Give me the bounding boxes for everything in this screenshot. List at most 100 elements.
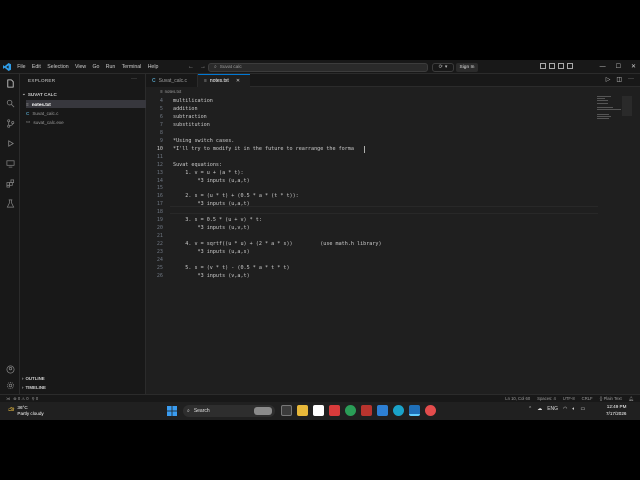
explorer-icon[interactable] [5, 78, 15, 88]
status-left: ⋊ ⊗ 0 ⚠ 0 ⚲ 0 [6, 396, 38, 401]
minimize-icon[interactable]: — [600, 60, 606, 74]
scrollbar-slider[interactable] [622, 96, 632, 116]
chevron-up-icon[interactable]: ⌃ [528, 406, 532, 412]
code-line[interactable]: Suvat equations: [173, 162, 222, 168]
windows-start-icon[interactable] [167, 406, 177, 416]
code-line[interactable]: *Using switch cases. [173, 138, 234, 144]
editor-area[interactable]: 4 multilication 5 addition 6 subtraction 7 subs… [146, 96, 640, 394]
tab-label: Suvat_calc.c [158, 77, 187, 84]
more-actions-icon[interactable]: ··· [628, 76, 634, 83]
taskbar-clock[interactable]: 12:49 PM 7/17/2026 [606, 404, 626, 417]
editor-tabs: C Suvat_calc.c ≡ notes.txt ✕ ▷ ◫ ··· [146, 74, 640, 87]
exe-file-icon: ▭ [26, 119, 31, 124]
code-line[interactable]: 2. s = (u * t) + (0.5 * a * (t * t)): [173, 193, 298, 199]
toggle-secondary-sidebar-icon[interactable] [558, 63, 564, 69]
run-file-icon[interactable]: ▷ [606, 76, 611, 83]
sign-in-button[interactable]: Sign In [456, 62, 478, 72]
minimap[interactable] [597, 96, 623, 126]
line-number: 15 [156, 185, 163, 192]
taskbar-search-box[interactable]: ⌕ Search [183, 405, 275, 417]
remote-explorer-icon[interactable] [5, 158, 15, 168]
code-line[interactable]: multilication [173, 98, 213, 104]
ports-indicator[interactable]: ⚲ 0 [32, 396, 39, 401]
line-number: 6 [159, 113, 163, 120]
code-line[interactable]: *3 inputs (u,a,t) [173, 178, 250, 184]
cloud-icon[interactable]: ☁︎ [537, 406, 542, 412]
toggle-panel-icon[interactable] [549, 63, 555, 69]
task-view-icon[interactable] [281, 405, 292, 416]
chrome-icon[interactable] [345, 405, 356, 416]
file-item-suvat-calc-exe[interactable]: ▭ suvat_calc.exe [26, 118, 146, 126]
testing-icon[interactable] [5, 198, 15, 208]
nav-arrows: ← → [188, 60, 206, 74]
vscode-taskbar-icon[interactable] [409, 405, 420, 416]
outline-section[interactable]: › OUTLINE [22, 374, 45, 382]
file-item-suvat-calc-c[interactable]: C Suvat_calc.c [26, 109, 146, 117]
photos-icon[interactable] [377, 405, 388, 416]
battery-icon[interactable]: ▭ [580, 406, 585, 412]
search-view-icon[interactable] [5, 98, 15, 108]
more-actions-icon[interactable]: ··· [131, 76, 137, 82]
language-indicator[interactable]: ENG [547, 406, 558, 412]
customize-layout-icon[interactable] [567, 63, 573, 69]
code-line[interactable]: 3. s = 0.5 * (u + v) * t: [173, 217, 262, 223]
code-line[interactable]: *3 inputs (u,a,t) [173, 201, 250, 207]
code-line[interactable]: *3 inputs (u,a,s) [173, 249, 250, 255]
breadcrumb-file[interactable]: notes.txt [165, 89, 182, 94]
tab-suvat-calc-c[interactable]: C Suvat_calc.c [146, 74, 198, 87]
extensions-icon[interactable] [5, 178, 15, 188]
edge-icon[interactable] [393, 405, 404, 416]
code-line[interactable]: 4. v = sqrtf((u * u) + (2 * a * s)) (use… [173, 241, 381, 247]
menu-go[interactable]: Go [89, 60, 102, 74]
c-file-icon: C [152, 77, 156, 84]
tab-notes-txt[interactable]: ≡ notes.txt ✕ [198, 74, 250, 87]
weather-widget[interactable]: ⛅︎ 36°C Partly cloudy [8, 405, 44, 416]
manage-gear-icon[interactable] [5, 380, 15, 390]
file-explorer-icon[interactable] [297, 405, 308, 416]
close-icon[interactable]: ✕ [631, 60, 636, 74]
timeline-section[interactable]: › TIMELINE [22, 383, 46, 391]
store-icon[interactable] [361, 405, 372, 416]
menu-terminal[interactable]: Terminal [119, 60, 145, 74]
vscode-logo-icon [0, 60, 14, 74]
wifi-icon[interactable]: ◠ [563, 406, 567, 412]
code-line[interactable]: *3 inputs (v,a,t) [173, 273, 250, 279]
source-control-icon[interactable] [5, 118, 15, 128]
menu-file[interactable]: File [14, 60, 29, 74]
code-line[interactable]: *3 inputs (u,v,t) [173, 225, 250, 231]
menu-edit[interactable]: Edit [29, 60, 44, 74]
back-arrow-icon[interactable]: ← [188, 64, 194, 70]
forward-arrow-icon[interactable]: → [200, 64, 206, 70]
file-item-notes[interactable]: ≡ notes.txt [26, 100, 146, 108]
menu-run[interactable]: Run [103, 60, 119, 74]
close-tab-icon[interactable]: ✕ [236, 78, 240, 84]
ports-count: 0 [35, 396, 39, 401]
text-file-icon: ≡ [160, 89, 163, 94]
menu-help[interactable]: Help [145, 60, 162, 74]
copilot-icon: ⟳ [438, 64, 443, 70]
text-file-icon: ≡ [204, 78, 207, 84]
menu-selection[interactable]: Selection [44, 60, 72, 74]
run-debug-icon[interactable] [5, 138, 15, 148]
code-line[interactable]: 1. v = u + (a * t): [173, 170, 243, 176]
account-icon[interactable] [5, 364, 15, 374]
remote-icon[interactable]: ⋊ [6, 396, 10, 401]
code-line[interactable]: 5. s = (v * t) - (0.5 * a * t * t) [173, 265, 289, 271]
command-center-search[interactable]: ⌕ Suvat calc [208, 62, 428, 72]
split-editor-icon[interactable]: ◫ [616, 76, 622, 83]
problems-indicator[interactable]: ⊗ 0 ⚠ 0 [13, 396, 28, 401]
volume-icon[interactable]: 🔈︎ [572, 406, 575, 412]
code-line[interactable]: addition [173, 106, 198, 112]
menu-view[interactable]: View [72, 60, 90, 74]
copilot-button[interactable]: ⟳ ▾ [432, 62, 454, 72]
maximize-icon[interactable]: ☐ [616, 60, 621, 74]
red-app-icon[interactable] [329, 405, 340, 416]
code-line[interactable]: *I'll try to modify it in the future to … [173, 146, 354, 152]
code-line[interactable]: substitution [173, 122, 210, 128]
obs-app-icon[interactable] [425, 405, 436, 416]
folder-suvat-calc[interactable]: ⌄ SUVAT CALC [22, 90, 146, 98]
system-tray: ⌃ ☁︎ ENG ◠ 🔈︎ ▭ [528, 406, 585, 412]
toggle-sidebar-icon[interactable] [540, 63, 546, 69]
calendar-app-icon[interactable] [313, 405, 324, 416]
code-line[interactable]: subtraction [173, 114, 207, 120]
